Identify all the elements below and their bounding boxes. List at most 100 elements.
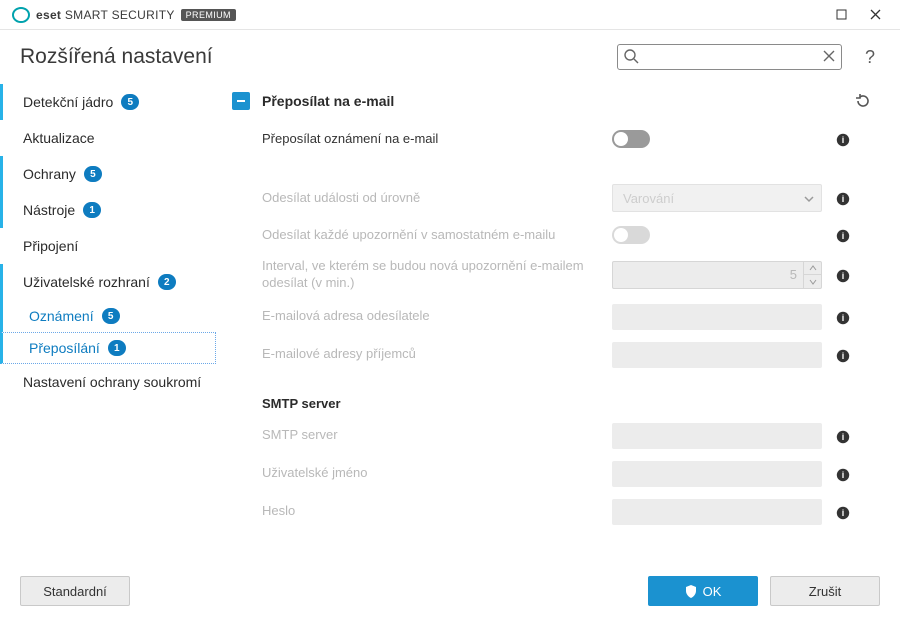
toggle-forward-notify[interactable] <box>612 130 650 148</box>
brand-strong: eset <box>36 8 61 22</box>
page-header: Rozšířená nastavení ? <box>0 30 900 74</box>
svg-text:i: i <box>842 231 845 241</box>
select-event-level[interactable]: Varování <box>612 184 822 212</box>
shield-icon <box>685 585 697 598</box>
product-part-b: SECURITY <box>112 8 175 22</box>
smtp-heading: SMTP server <box>232 374 882 417</box>
row-smtp-pass: Heslo i <box>232 493 882 531</box>
svg-text:i: i <box>842 135 845 145</box>
interval-spinner[interactable] <box>612 261 822 289</box>
sidebar-subitem-notifications[interactable]: Oznámení 5 <box>0 300 232 332</box>
svg-text:i: i <box>842 194 845 204</box>
toggle-send-separate <box>612 226 650 244</box>
info-icon[interactable]: i <box>832 428 854 444</box>
sidebar-badge: 2 <box>158 274 176 290</box>
info-icon[interactable]: i <box>832 227 854 243</box>
sidebar-item-ui[interactable]: Uživatelské rozhraní 2 <box>0 264 232 300</box>
sidebar-item-label: Ochrany <box>23 166 76 182</box>
sidebar-item-label: Přeposílání <box>29 340 100 356</box>
eset-logo-icon <box>12 6 30 24</box>
button-label: Zrušit <box>809 584 842 599</box>
sidebar-item-label: Uživatelské rozhraní <box>23 274 150 290</box>
section-title: Přeposílat na e-mail <box>262 93 840 109</box>
cancel-button[interactable]: Zrušit <box>770 576 880 606</box>
svg-text:i: i <box>842 271 845 281</box>
info-icon[interactable]: i <box>832 190 854 206</box>
search-field-wrap <box>617 44 842 70</box>
sidebar-item-label: Detekční jádro <box>23 94 113 110</box>
sidebar-item-label: Nastavení ochrany soukromí <box>23 374 201 390</box>
row-recipient-addresses: E-mailové adresy příjemců i <box>232 336 882 374</box>
sidebar-badge: 1 <box>108 340 126 356</box>
reset-section-button[interactable] <box>852 90 874 112</box>
interval-input <box>613 262 803 288</box>
sidebar-item-tools[interactable]: Nástroje 1 <box>0 192 232 228</box>
info-icon[interactable]: i <box>832 131 854 147</box>
premium-badge: PREMIUM <box>181 9 236 21</box>
collapse-button[interactable] <box>232 92 250 110</box>
info-icon[interactable]: i <box>832 267 854 283</box>
row-enable-tls: Povolit TLS i <box>232 549 882 550</box>
svg-text:i: i <box>842 508 845 518</box>
footer: Standardní OK Zrušit <box>0 570 900 620</box>
sidebar-item-label: Připojení <box>23 238 78 254</box>
row-label: SMTP server <box>262 427 602 444</box>
recipients-input[interactable] <box>612 342 822 368</box>
row-label: E-mailová adresa odesílatele <box>262 308 602 325</box>
sidebar-badge: 5 <box>84 166 102 182</box>
product-part-a: SMART <box>65 8 108 22</box>
clear-search-icon[interactable] <box>822 49 836 63</box>
sidebar-item-privacy[interactable]: Nastavení ochrany soukromí <box>0 364 232 400</box>
sidebar-badge: 5 <box>102 308 120 324</box>
row-label: Uživatelské jméno <box>262 465 602 482</box>
default-button[interactable]: Standardní <box>20 576 130 606</box>
search-icon <box>623 48 639 64</box>
product-name: eset SMART SECURITY <box>36 8 175 22</box>
row-label: Odesílat události od úrovně <box>262 190 602 207</box>
sidebar-item-detection[interactable]: Detekční jádro 5 <box>0 84 232 120</box>
row-label: Interval, ve kterém se budou nová upozor… <box>262 258 602 292</box>
window-maximize-button[interactable] <box>824 1 858 29</box>
sidebar-subitem-forwarding[interactable]: Přeposílání 1 <box>0 332 216 364</box>
info-icon[interactable]: i <box>832 309 854 325</box>
row-smtp-user: Uživatelské jméno i <box>232 455 882 493</box>
search-input[interactable] <box>617 44 842 70</box>
sender-input[interactable] <box>612 304 822 330</box>
sidebar: Detekční jádro 5 Aktualizace Ochrany 5 N… <box>0 80 232 570</box>
row-label: E-mailové adresy příjemců <box>262 346 602 363</box>
settings-panel: Přeposílat na e-mail Přeposílat oznámení… <box>232 80 886 550</box>
row-label: Odesílat každé upozornění v samostatném … <box>262 227 602 244</box>
svg-text:i: i <box>842 351 845 361</box>
sidebar-item-connection[interactable]: Připojení <box>0 228 232 264</box>
spinner-up-icon[interactable] <box>804 262 821 276</box>
row-label: Přeposílat oznámení na e-mail <box>262 131 602 148</box>
smtp-server-input[interactable] <box>612 423 822 449</box>
row-send-separate: Odesílat každé upozornění v samostatném … <box>232 218 882 252</box>
sidebar-item-update[interactable]: Aktualizace <box>0 120 232 156</box>
svg-text:i: i <box>842 432 845 442</box>
info-icon[interactable]: i <box>832 504 854 520</box>
sidebar-item-label: Oznámení <box>29 308 94 324</box>
smtp-user-input[interactable] <box>612 461 822 487</box>
info-icon[interactable]: i <box>832 466 854 482</box>
app-logo: eset SMART SECURITY PREMIUM <box>12 6 236 24</box>
button-label: Standardní <box>43 584 107 599</box>
svg-text:i: i <box>842 313 845 323</box>
smtp-pass-input[interactable] <box>612 499 822 525</box>
content-wrap: Přeposílat na e-mail Přeposílat oznámení… <box>232 80 900 570</box>
button-label: OK <box>703 584 722 599</box>
info-icon[interactable]: i <box>832 347 854 363</box>
sidebar-item-label: Aktualizace <box>23 130 95 146</box>
body: Detekční jádro 5 Aktualizace Ochrany 5 N… <box>0 74 900 570</box>
window-close-button[interactable] <box>858 1 892 29</box>
row-event-level: Odesílat události od úrovně Varování i <box>232 178 882 218</box>
section-header: Přeposílat na e-mail <box>232 80 882 122</box>
sidebar-item-protections[interactable]: Ochrany 5 <box>0 156 232 192</box>
ok-button[interactable]: OK <box>648 576 758 606</box>
help-button[interactable]: ? <box>858 47 882 68</box>
row-sender-address: E-mailová adresa odesílatele i <box>232 298 882 336</box>
svg-text:i: i <box>842 470 845 480</box>
row-smtp-server: SMTP server i <box>232 417 882 455</box>
spinner-down-icon[interactable] <box>804 275 821 288</box>
page-title: Rozšířená nastavení <box>20 45 605 69</box>
